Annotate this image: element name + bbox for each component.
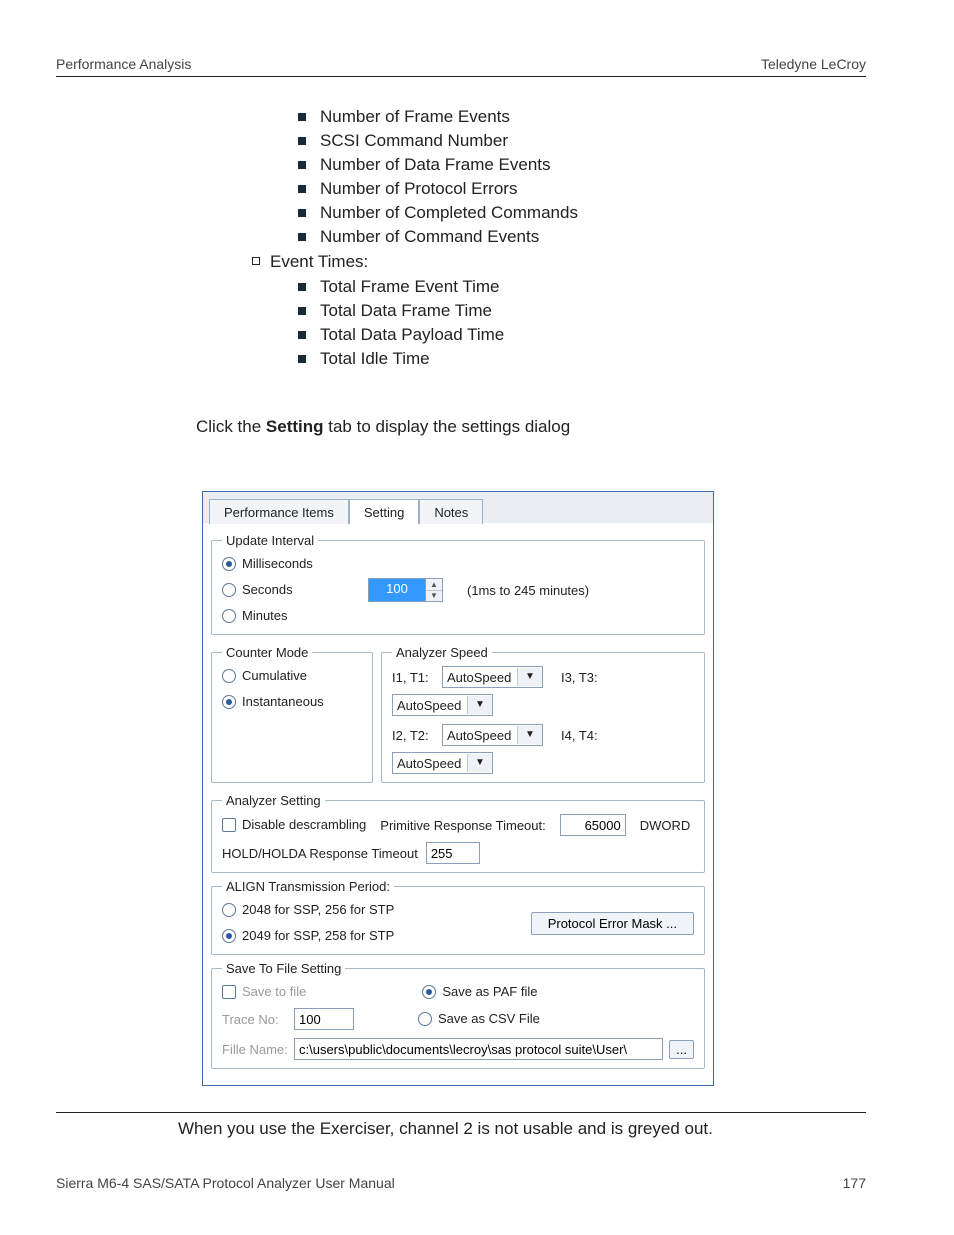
label-seconds: Seconds: [242, 580, 293, 600]
btn-browse[interactable]: ...: [669, 1040, 694, 1059]
list-item: SCSI Command Number: [286, 129, 866, 153]
label-i4t4: I4, T4:: [561, 728, 605, 743]
list-item: Number of Protocol Errors: [286, 177, 866, 201]
label-trace-no: Trace No:: [222, 1012, 288, 1027]
label-save-paf: Save as PAF file: [442, 982, 537, 1002]
input-hold-timeout[interactable]: [426, 842, 480, 864]
list-item: Number of Frame Events: [286, 105, 866, 129]
tab-performance-items[interactable]: Performance Items: [209, 499, 349, 524]
label-instantaneous: Instantaneous: [242, 692, 324, 712]
dd-i2t2[interactable]: AutoSpeed▼: [442, 724, 543, 746]
radio-cumulative[interactable]: [222, 669, 236, 683]
radio-instantaneous[interactable]: [222, 695, 236, 709]
label-file-name: Fille Name:: [222, 1042, 288, 1057]
header-right: Teledyne LeCroy: [761, 56, 866, 72]
header-left: Performance Analysis: [56, 56, 191, 72]
radio-minutes[interactable]: [222, 609, 236, 623]
label-hold-timeout: HOLD/HOLDA Response Timeout: [222, 846, 418, 861]
label-minutes: Minutes: [242, 606, 288, 626]
exerciser-note: When you use the Exerciser, channel 2 is…: [56, 1112, 866, 1139]
list-item: Number of Command Events: [286, 225, 866, 249]
page-number: 177: [843, 1175, 866, 1191]
interval-range: (1ms to 245 minutes): [467, 583, 589, 598]
caret-down-icon: ▼: [467, 754, 492, 772]
radio-save-csv[interactable]: [418, 1012, 432, 1026]
label-align-2049: 2049 for SSP, 258 for STP: [242, 926, 394, 946]
check-disable-descrambling[interactable]: [222, 818, 236, 832]
spin-down-icon[interactable]: ▼: [426, 590, 442, 602]
click-setting-text: Click the Setting tab to display the set…: [196, 417, 866, 437]
label-i2t2: I2, T2:: [392, 728, 436, 743]
tab-notes[interactable]: Notes: [419, 499, 483, 524]
legend-save-file: Save To File Setting: [222, 961, 345, 976]
radio-save-paf[interactable]: [422, 985, 436, 999]
list-item: Total Data Frame Time: [286, 299, 866, 323]
radio-align-2049[interactable]: [222, 929, 236, 943]
legend-analyzer-setting: Analyzer Setting: [222, 793, 325, 808]
btn-protocol-error-mask[interactable]: Protocol Error Mask ...: [531, 912, 694, 935]
label-dword: DWORD: [640, 818, 691, 833]
input-primitive-timeout[interactable]: [560, 814, 626, 836]
label-i3t3: I3, T3:: [561, 670, 605, 685]
dd-i3t3[interactable]: AutoSpeed▼: [392, 694, 493, 716]
radio-align-2048[interactable]: [222, 903, 236, 917]
label-cumulative: Cumulative: [242, 666, 307, 686]
input-file-name[interactable]: [294, 1038, 663, 1060]
label-save-to-file: Save to file: [242, 982, 306, 1002]
tab-setting[interactable]: Setting: [349, 499, 419, 524]
label-save-csv: Save as CSV File: [438, 1009, 540, 1029]
spin-up-icon[interactable]: ▲: [426, 579, 442, 590]
label-primitive-timeout: Primitive Response Timeout:: [380, 818, 545, 833]
caret-down-icon: ▼: [467, 696, 492, 714]
list-item: Total Frame Event Time: [286, 275, 866, 299]
list-item: Total Idle Time: [286, 347, 866, 371]
interval-spinner[interactable]: 100 ▲ ▼: [368, 578, 443, 602]
radio-seconds[interactable]: [222, 583, 236, 597]
legend-analyzer-speed: Analyzer Speed: [392, 645, 492, 660]
settings-dialog: Performance Items Setting Notes Update I…: [202, 491, 714, 1086]
legend-update-interval: Update Interval: [222, 533, 318, 548]
list-item: Number of Completed Commands: [286, 201, 866, 225]
dd-i1t1[interactable]: AutoSpeed▼: [442, 666, 543, 688]
legend-counter-mode: Counter Mode: [222, 645, 312, 660]
caret-down-icon: ▼: [517, 726, 542, 744]
list-item: Number of Data Frame Events: [286, 153, 866, 177]
label-disable-descrambling: Disable descrambling: [242, 815, 366, 835]
label-i1t1: I1, T1:: [392, 670, 436, 685]
label-align-2048: 2048 for SSP, 256 for STP: [242, 900, 394, 920]
bullet-lists: Number of Frame Events SCSI Command Numb…: [286, 105, 866, 371]
dd-i4t4[interactable]: AutoSpeed▼: [392, 752, 493, 774]
footer-title: Sierra M6-4 SAS/SATA Protocol Analyzer U…: [56, 1175, 395, 1191]
caret-down-icon: ▼: [517, 668, 542, 686]
tab-bar: Performance Items Setting Notes: [203, 492, 713, 523]
radio-milliseconds[interactable]: [222, 557, 236, 571]
list-item: Total Data Payload Time: [286, 323, 866, 347]
label-milliseconds: Milliseconds: [242, 554, 313, 574]
check-save-to-file[interactable]: [222, 985, 236, 999]
input-trace-no[interactable]: [294, 1008, 354, 1030]
legend-align-period: ALIGN Transmission Period:: [222, 879, 394, 894]
event-times-heading: Event Times:: [262, 249, 866, 275]
